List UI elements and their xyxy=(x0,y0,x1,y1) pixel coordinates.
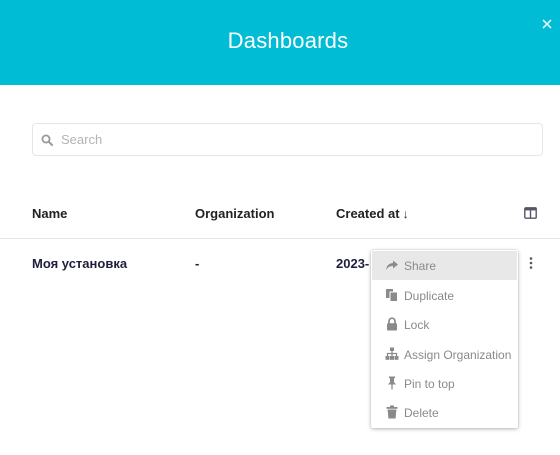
search-icon xyxy=(41,134,53,146)
table-divider xyxy=(0,238,560,239)
trash-icon xyxy=(386,405,398,419)
column-header-name[interactable]: Name xyxy=(32,206,67,221)
menu-item-delete[interactable]: Delete xyxy=(372,398,517,427)
menu-item-share[interactable]: Share xyxy=(372,251,517,280)
search-box[interactable] xyxy=(32,123,543,156)
pin-icon xyxy=(388,376,396,390)
row-organization: - xyxy=(195,256,200,271)
search-input[interactable] xyxy=(61,125,531,153)
menu-item-pin-to-top[interactable]: Pin to top xyxy=(372,369,517,398)
dialog-header: Dashboards xyxy=(0,0,560,85)
dialog-title: Dashboards xyxy=(227,28,349,53)
row-created-at: 2023- xyxy=(336,256,370,271)
duplicate-icon xyxy=(386,289,398,302)
menu-item-label: Share xyxy=(404,259,437,273)
columns-icon[interactable] xyxy=(524,207,537,219)
close-icon[interactable] xyxy=(541,18,553,30)
row-name[interactable]: Моя установка xyxy=(32,256,127,271)
menu-item-label: Assign Organization xyxy=(404,348,512,362)
menu-item-assign-organization[interactable]: Assign Organization xyxy=(372,340,517,369)
menu-item-lock[interactable]: Lock xyxy=(372,310,517,339)
sort-desc-icon: ↓ xyxy=(402,207,409,221)
column-header-created-at[interactable]: Created at ↓ xyxy=(336,206,409,221)
menu-item-label: Lock xyxy=(404,318,430,332)
menu-item-label: Duplicate xyxy=(404,289,455,303)
row-context-menu: Share Duplicate Lock Assign Organization xyxy=(371,250,518,428)
column-header-created-at-label: Created at xyxy=(336,206,400,221)
menu-item-label: Delete xyxy=(404,406,439,420)
menu-item-duplicate[interactable]: Duplicate xyxy=(372,281,517,310)
more-options-icon[interactable] xyxy=(526,256,536,270)
menu-item-label: Pin to top xyxy=(404,377,455,391)
column-header-organization[interactable]: Organization xyxy=(195,206,274,221)
share-icon xyxy=(386,260,398,270)
sitemap-icon xyxy=(385,347,399,360)
lock-icon xyxy=(387,317,397,331)
